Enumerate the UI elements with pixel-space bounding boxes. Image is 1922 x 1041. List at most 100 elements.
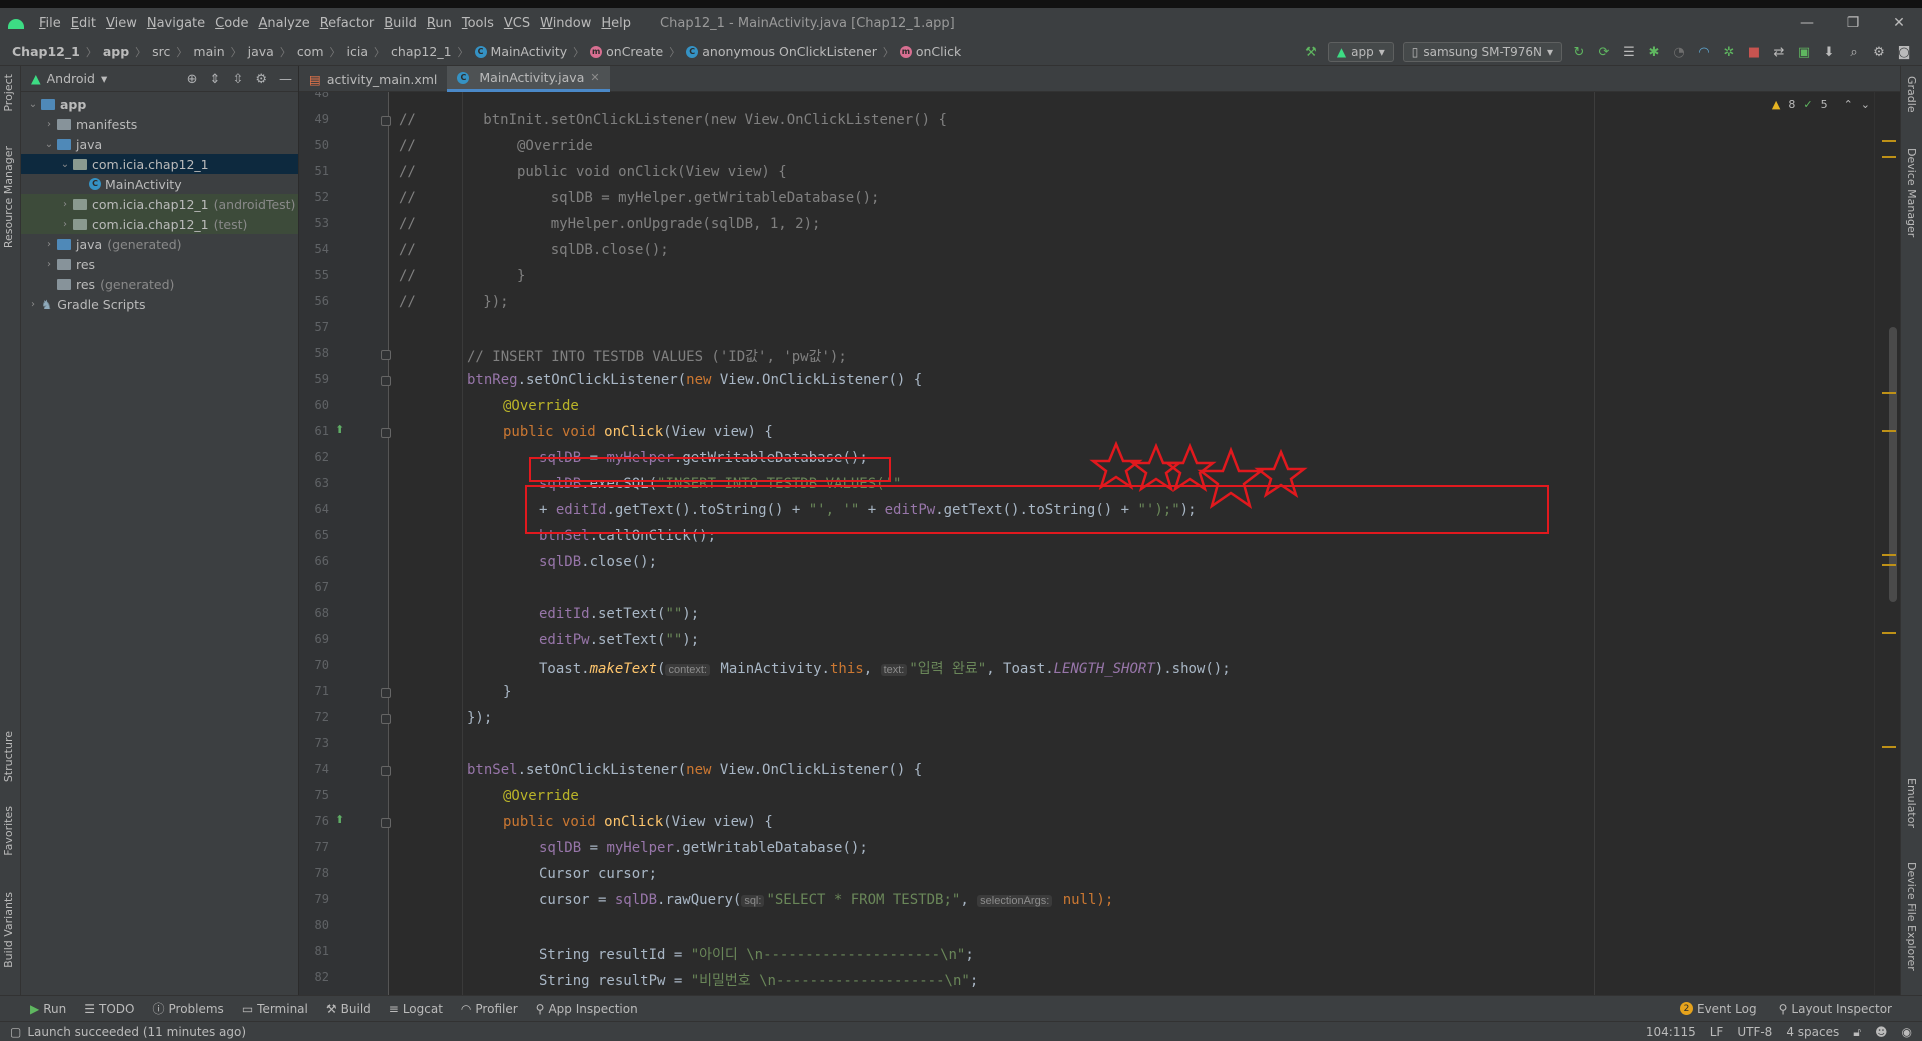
menu-build[interactable]: Build [379, 16, 422, 31]
locate-target-icon[interactable]: ⊕ [187, 72, 198, 87]
event-log-button[interactable]: 2 Event Log [1679, 1002, 1757, 1016]
breadcrumb-chap12[interactable]: chap12_1 [391, 44, 452, 59]
line-number[interactable]: 57 [299, 320, 329, 334]
tool-tab-structure[interactable]: Structure [2, 731, 15, 782]
line-number[interactable]: 72 [299, 710, 329, 724]
tool-tab-problems[interactable]: ⓘ Problems [152, 1000, 223, 1017]
error-stripe-marker[interactable] [1882, 430, 1896, 432]
fold-marker-icon[interactable] [381, 766, 391, 776]
tab-activity-main-xml[interactable]: ▤ activity_main.xml [299, 66, 447, 92]
code-line[interactable]: Cursor cursor; [539, 866, 657, 882]
breadcrumb-app[interactable]: app [103, 44, 129, 59]
breadcrumb-icia[interactable]: icia [347, 44, 368, 59]
line-number[interactable]: 76 [299, 814, 329, 828]
stop-icon[interactable]: ■ [1746, 44, 1762, 60]
tree-item-res[interactable]: › res [21, 254, 298, 274]
tool-tab-run[interactable]: ▶ Run [30, 1002, 66, 1016]
git-icon[interactable]: ☻ [1875, 1025, 1888, 1039]
line-number[interactable]: 65 [299, 528, 329, 542]
tool-tab-device-file-explorer[interactable]: Device File Explorer [1905, 862, 1918, 971]
project-view-select[interactable]: Android [47, 71, 95, 86]
error-stripe-marker[interactable] [1882, 564, 1896, 566]
expand-all-icon[interactable]: ⇕ [210, 72, 221, 87]
fold-marker-icon[interactable] [381, 714, 391, 724]
status-box-icon[interactable]: ▢ [10, 1025, 21, 1039]
minimize-icon[interactable]: — [1784, 8, 1830, 38]
chevron-up-icon[interactable]: ⌃ [1844, 98, 1853, 111]
tree-item-java[interactable]: ⌄ java [21, 134, 298, 154]
breadcrumb-project[interactable]: Chap12_1 [12, 44, 80, 59]
tool-tab-gradle[interactable]: Gradle [1905, 76, 1918, 113]
breadcrumb-java[interactable]: java [248, 44, 274, 59]
code-line[interactable]: editPw.setText(""); [539, 632, 699, 648]
coverage-icon[interactable]: ☰ [1621, 44, 1637, 60]
fold-marker-icon[interactable] [381, 428, 391, 438]
line-number[interactable]: 73 [299, 736, 329, 750]
code-line[interactable]: sqlDB = myHelper.getWritableDatabase(); [539, 840, 868, 856]
error-stripe-marker[interactable] [1882, 632, 1896, 634]
close-window-icon[interactable]: ✕ [1876, 8, 1922, 38]
chevron-down-icon[interactable]: ⌄ [1861, 98, 1870, 111]
line-number[interactable]: 61 [299, 424, 329, 438]
code-line[interactable]: // btnInit.setOnClickListener(new View.O… [399, 112, 947, 128]
code-line[interactable]: btnSel.setOnClickListener(new View.OnCli… [467, 762, 922, 778]
line-number[interactable]: 63 [299, 476, 329, 490]
editor-scrollbar[interactable] [1874, 92, 1900, 995]
line-number[interactable]: 71 [299, 684, 329, 698]
sdk-manager-icon[interactable]: ⬇ [1821, 44, 1837, 60]
code-line[interactable]: // INSERT INTO TESTDB VALUES ('ID값', 'pw… [467, 346, 847, 366]
line-number[interactable]: 60 [299, 398, 329, 412]
error-stripe-marker[interactable] [1882, 554, 1896, 556]
line-number[interactable]: 54 [299, 242, 329, 256]
sync-gradle-icon[interactable]: ⇄ [1771, 44, 1787, 60]
error-stripe-marker[interactable] [1882, 392, 1896, 394]
code-line[interactable]: } [503, 684, 511, 700]
line-number[interactable]: 52 [299, 190, 329, 204]
error-stripe-marker[interactable] [1882, 140, 1896, 142]
line-number[interactable]: 64 [299, 502, 329, 516]
code-line[interactable]: btnReg.setOnClickListener(new View.OnCli… [467, 372, 922, 388]
breadcrumb-src[interactable]: src [152, 44, 170, 59]
line-number[interactable]: 66 [299, 554, 329, 568]
breadcrumb-mainactivity[interactable]: MainActivity [491, 44, 568, 59]
code-line[interactable]: editId.setText(""); [539, 606, 699, 622]
tab-mainactivity-java[interactable]: C MainActivity.java ✕ [447, 66, 610, 92]
code-line[interactable]: @Override [503, 788, 579, 804]
code-line[interactable]: public void onClick(View view) { [503, 424, 773, 440]
menu-view[interactable]: View [101, 16, 142, 31]
code-line[interactable]: // sqlDB = myHelper.getWritableDatabase(… [399, 190, 879, 206]
line-number[interactable]: 77 [299, 840, 329, 854]
menu-tools[interactable]: Tools [457, 16, 499, 31]
debug-icon[interactable]: ✱ [1646, 44, 1662, 60]
menu-file[interactable]: File [34, 16, 66, 31]
build-hammer-icon[interactable]: ⚒ [1303, 44, 1319, 60]
breadcrumb-com[interactable]: com [297, 44, 324, 59]
code-line[interactable]: sqlDB.close(); [539, 554, 657, 570]
apply-code-changes-icon[interactable]: ⟳ [1596, 44, 1612, 60]
inspection-widget[interactable]: ▲ 8 ✓ 5 ⌃ ⌄ [1772, 98, 1870, 111]
line-number[interactable]: 59 [299, 372, 329, 386]
line-number[interactable]: 56 [299, 294, 329, 308]
code-line[interactable]: @Override [503, 398, 579, 414]
tool-tab-resource-manager[interactable]: Resource Manager [2, 146, 15, 248]
menu-run[interactable]: Run [422, 16, 457, 31]
line-number[interactable]: 70 [299, 658, 329, 672]
tool-tab-emulator[interactable]: Emulator [1905, 778, 1918, 828]
menu-edit[interactable]: Edit [66, 16, 101, 31]
status-message[interactable]: Launch succeeded (11 minutes ago) [27, 1025, 246, 1039]
attach-debugger-icon[interactable]: ✲ [1721, 44, 1737, 60]
code-line[interactable]: // } [399, 268, 525, 284]
layout-inspector-button[interactable]: ⚲ Layout Inspector [1779, 1002, 1892, 1016]
tree-item-res-generated[interactable]: res (generated) [21, 274, 298, 294]
menu-refactor[interactable]: Refactor [315, 16, 380, 31]
line-number[interactable]: 81 [299, 944, 329, 958]
device-select[interactable]: ▯ samsung SM-T976N ▾ [1402, 42, 1562, 62]
tree-item-mainactivity[interactable]: C MainActivity [21, 174, 298, 194]
collapse-all-icon[interactable]: ⇳ [232, 72, 243, 87]
indent-setting[interactable]: 4 spaces [1786, 1025, 1839, 1039]
caret-position[interactable]: 104:115 [1646, 1025, 1696, 1039]
code-line[interactable]: String resultId = "아이디 \n---------------… [539, 944, 974, 964]
options-gear-icon[interactable]: ⚙ [255, 72, 267, 87]
search-icon[interactable]: ⌕ [1846, 44, 1862, 60]
lock-icon[interactable]: 🔓︎ [1853, 1025, 1861, 1040]
